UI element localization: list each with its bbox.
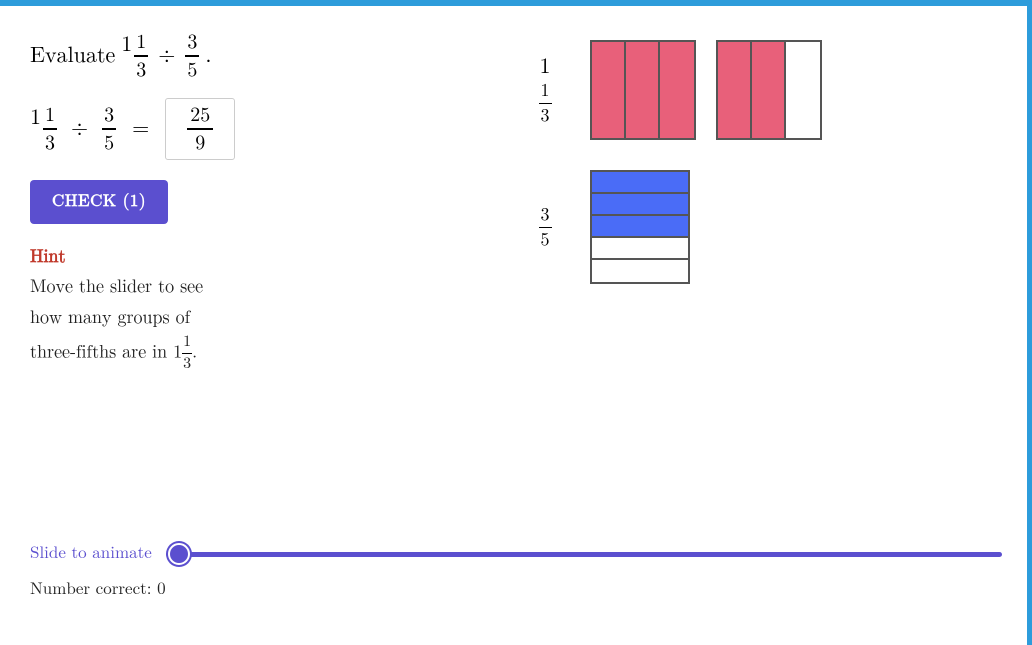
eq-equals: = <box>126 116 155 142</box>
blue-cell-2 <box>592 194 690 216</box>
number-correct: Number correct: 0 <box>30 580 1002 600</box>
divide-operator: ÷ <box>154 43 179 69</box>
hint-line3-pre: three-fifths are in 1 <box>30 344 182 362</box>
pink-rect-full <box>590 40 696 140</box>
numerator-1: 1 <box>134 30 148 57</box>
period-1: . <box>205 43 211 69</box>
slider-thumb[interactable] <box>168 543 190 565</box>
pink-cell-2 <box>626 42 660 140</box>
fraction-1: 1 3 <box>134 30 148 82</box>
answer-fraction: 25 9 <box>187 103 213 155</box>
hint-label: Hint <box>30 246 470 268</box>
bottom-label-frac: 3 5 <box>539 204 552 251</box>
top-border <box>0 0 1032 6</box>
pink-cell-5 <box>752 42 786 140</box>
eq-fraction-2: 3 5 <box>102 103 116 155</box>
hint-section: Hint Move the slider to see how many gro… <box>30 246 470 375</box>
pink-cell-1 <box>592 42 626 140</box>
blue-cell-4 <box>592 238 690 260</box>
hint-line2: how many groups of <box>30 309 190 327</box>
top-label-whole: 1 <box>539 54 550 80</box>
check-button[interactable]: CHECK (1) <box>30 180 168 224</box>
eq-whole: 1 <box>30 103 41 129</box>
eq-divide-op: ÷ <box>67 116 92 142</box>
equation-row: 1 1 3 ÷ 3 5 = 25 9 <box>30 98 470 160</box>
bottom-label-den: 5 <box>539 228 552 251</box>
eq-mixed-number: 1 1 3 <box>30 103 57 155</box>
hint-line1: Move the slider to see <box>30 278 203 296</box>
bottom-visual-label: 3 5 <box>530 204 560 251</box>
answer-denominator: 9 <box>192 130 208 155</box>
evaluate-label: Evaluate <box>30 43 115 69</box>
answer-box[interactable]: 25 9 <box>165 98 235 160</box>
hint-line3-post: . <box>192 344 197 362</box>
pink-cell-3 <box>660 42 694 140</box>
blue-cell-1 <box>592 172 690 194</box>
answer-numerator: 25 <box>187 103 213 130</box>
eq-fraction-1: 1 3 <box>43 103 57 155</box>
blue-cell-3 <box>592 216 690 238</box>
right-panel: 1 1 3 <box>470 30 1002 375</box>
blue-cell-5 <box>592 260 690 282</box>
bottom-area: Slide to animate Number correct: 0 <box>30 544 1002 600</box>
top-visual-label: 1 1 3 <box>530 54 560 127</box>
numerator-2: 3 <box>185 30 199 57</box>
denominator-2: 5 <box>185 57 199 82</box>
slider-row: Slide to animate <box>30 544 1002 564</box>
slider-label: Slide to animate <box>30 544 152 564</box>
slider-track[interactable] <box>166 552 1002 557</box>
left-panel: Evaluate 1 1 3 ÷ 3 5 . 1 <box>30 30 470 375</box>
hint-text: Move the slider to see how many groups o… <box>30 272 470 375</box>
eq-num1: 1 <box>43 103 57 130</box>
top-label-num: 1 <box>539 80 552 104</box>
denominator-1: 3 <box>134 57 148 82</box>
pink-rect-partial <box>716 40 822 140</box>
hint-inline-fraction: 13 <box>182 333 192 374</box>
top-label-frac: 1 3 <box>539 80 552 127</box>
pink-cell-6 <box>786 42 820 140</box>
hint-frac-den: 3 <box>182 354 192 374</box>
eq-den2: 5 <box>102 130 116 155</box>
blue-rect <box>590 170 690 284</box>
visual-row-bottom: 3 5 <box>530 170 690 284</box>
problem-statement: Evaluate 1 1 3 ÷ 3 5 . <box>30 30 470 82</box>
top-label-den: 3 <box>539 104 552 127</box>
whole-1: 1 <box>121 30 132 56</box>
bottom-label-num: 3 <box>539 204 552 228</box>
visual-row-top: 1 1 3 <box>530 40 822 140</box>
right-border <box>1027 0 1032 645</box>
eq-den1: 3 <box>43 130 57 155</box>
fraction-2: 3 5 <box>185 30 199 82</box>
content-area: Evaluate 1 1 3 ÷ 3 5 . 1 <box>30 20 1002 375</box>
hint-inline-mixed: 13 <box>182 333 192 374</box>
main-container: Evaluate 1 1 3 ÷ 3 5 . 1 <box>0 0 1032 645</box>
hint-frac-num: 1 <box>182 333 192 354</box>
eq-num2: 3 <box>102 103 116 130</box>
mixed-number-1: 1 1 3 <box>121 30 148 82</box>
pink-cell-4 <box>718 42 752 140</box>
